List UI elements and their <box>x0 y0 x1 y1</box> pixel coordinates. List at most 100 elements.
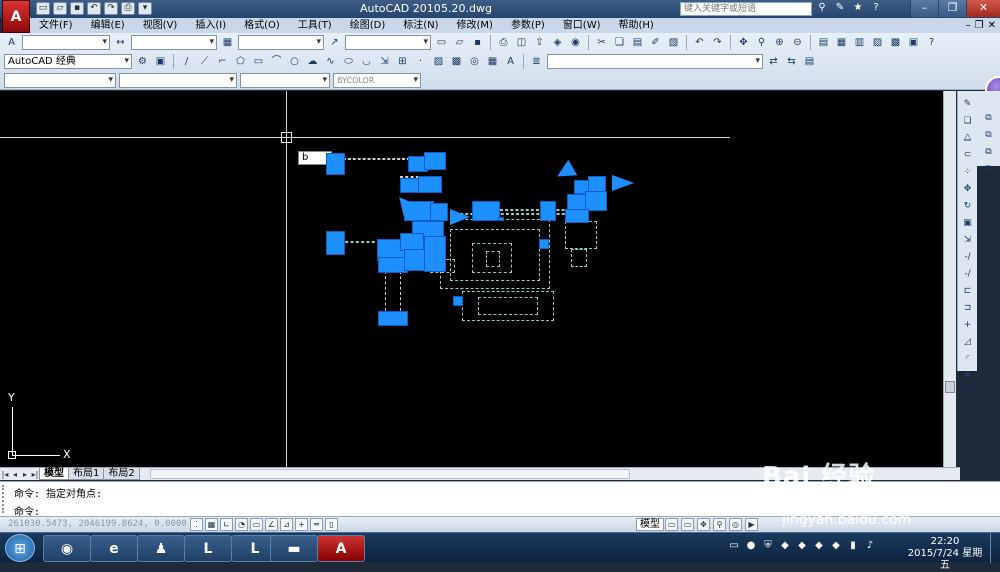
command-line-grip[interactable] <box>2 485 8 513</box>
offset-icon[interactable]: ⊂ <box>961 148 975 162</box>
tool-palettes-icon[interactable]: ▥ <box>852 35 867 50</box>
dynamic-input-icon[interactable]: + <box>295 518 308 531</box>
horizontal-scrollbar[interactable] <box>150 469 630 479</box>
zoom-previous-icon[interactable]: ⊖ <box>790 35 805 50</box>
zoom-status-icon[interactable]: ⚲ <box>713 518 726 531</box>
tray-app-icon[interactable]: ● <box>745 540 757 552</box>
match-properties-icon[interactable]: ✐ <box>648 35 663 50</box>
pan-icon[interactable]: ✥ <box>736 35 751 50</box>
layer-states-icon[interactable]: ▤ <box>802 54 817 69</box>
table-style-icon[interactable]: ▦ <box>220 35 235 50</box>
coordinate-readout[interactable]: 261030.5473, 2046199.8624, 0.0000 <box>8 519 187 529</box>
line-icon[interactable]: / <box>179 54 194 69</box>
help-tb-icon[interactable]: ? <box>924 35 939 50</box>
plot-tb-icon[interactable]: ⎙ <box>496 35 511 50</box>
markup-icon[interactable]: ▩ <box>888 35 903 50</box>
linetype-combo[interactable] <box>119 73 237 88</box>
plot-style-combo[interactable]: BYCOLOR <box>333 73 421 88</box>
color-combo[interactable] <box>4 73 116 88</box>
copy-object-icon[interactable]: ❏ <box>961 114 975 128</box>
grip[interactable] <box>378 311 408 326</box>
grip[interactable] <box>472 201 500 221</box>
tray-app-2-icon[interactable]: ◆ <box>779 540 791 552</box>
tray-app-4-icon[interactable]: ◆ <box>813 540 825 552</box>
quickcalc-icon[interactable]: ▣ <box>906 35 921 50</box>
show-desktop-button[interactable] <box>990 533 1000 563</box>
doc-close-button[interactable]: ✕ <box>988 18 996 33</box>
steering-wheel-icon[interactable]: ◎ <box>729 518 742 531</box>
grip[interactable] <box>430 203 448 221</box>
quick-properties-icon[interactable]: ▯ <box>325 518 338 531</box>
new-icon[interactable]: ▭ <box>434 35 449 50</box>
bring-above-icon[interactable]: ⧉ <box>982 145 996 159</box>
bring-to-front-icon[interactable]: ⧉ <box>982 111 996 125</box>
doc-minimize-button[interactable]: – <box>966 18 971 33</box>
menu-help[interactable]: 帮助(H) <box>610 18 663 33</box>
layer-properties-icon[interactable]: ≣ <box>529 54 544 69</box>
pan-status-icon[interactable]: ✥ <box>697 518 710 531</box>
3d-dwf-icon[interactable]: ◈ <box>550 35 565 50</box>
object-snap-tracking-icon[interactable]: ∠ <box>265 518 278 531</box>
menu-draw[interactable]: 绘图(D) <box>341 18 395 33</box>
menu-modify[interactable]: 修改(M) <box>448 18 502 33</box>
send-under-icon[interactable]: ⧉ <box>982 162 996 176</box>
minimize-button[interactable]: – <box>910 0 938 17</box>
text-style-combo[interactable] <box>22 35 110 50</box>
stretch-icon[interactable]: ⇲ <box>961 233 975 247</box>
lineweight-combo[interactable] <box>240 73 330 88</box>
close-button[interactable]: ✕ <box>966 0 1000 17</box>
workspace-save-icon[interactable]: ▣ <box>153 54 168 69</box>
insert-block-icon[interactable]: ⇲ <box>377 54 392 69</box>
array-icon[interactable]: ⁘ <box>961 165 975 179</box>
grip[interactable] <box>424 152 446 170</box>
circle-icon[interactable]: ○ <box>287 54 302 69</box>
vertical-scrollbar[interactable] <box>943 91 956 467</box>
grip[interactable] <box>539 239 549 249</box>
tab-model[interactable]: 模型 <box>39 468 69 480</box>
doc-restore-button[interactable]: ❐ <box>975 18 984 33</box>
rectangle-icon[interactable]: ▭ <box>251 54 266 69</box>
binoculars-icon[interactable]: ⚲ <box>815 1 829 15</box>
model-space-button[interactable]: 模型 <box>636 518 664 531</box>
send-to-back-icon[interactable]: ⧉ <box>982 128 996 142</box>
menu-tools[interactable]: 工具(T) <box>289 18 341 33</box>
quick-view-layouts-icon[interactable]: ▭ <box>665 518 678 531</box>
taskbar-browser-icon[interactable]: e <box>90 535 138 562</box>
redo-tb-icon[interactable]: ↷ <box>710 35 725 50</box>
menu-view[interactable]: 视图(V) <box>134 18 187 33</box>
object-snap-icon[interactable]: ▭ <box>250 518 263 531</box>
cut-icon[interactable]: ✂ <box>594 35 609 50</box>
tray-app-5-icon[interactable]: ◆ <box>830 540 842 552</box>
new-file-icon[interactable]: ▭ <box>36 2 50 15</box>
taskbar-app-1-icon[interactable]: ◉ <box>43 535 91 562</box>
ellipse-icon[interactable]: ⬭ <box>341 54 356 69</box>
menu-dimension[interactable]: 标注(N) <box>394 18 447 33</box>
volume-icon[interactable]: ♪ <box>864 540 876 552</box>
join-icon[interactable]: + <box>961 318 975 332</box>
restore-button[interactable]: ❐ <box>938 0 966 17</box>
grip[interactable] <box>567 194 587 210</box>
shield-icon[interactable]: ⛨ <box>762 540 774 552</box>
communication-center-icon[interactable]: ✎ <box>833 1 847 15</box>
grip[interactable] <box>585 191 607 211</box>
grip[interactable] <box>326 153 345 175</box>
vertical-scroll-thumb[interactable] <box>945 381 955 393</box>
tab-layout1[interactable]: 布局1 <box>68 468 105 480</box>
polar-tracking-icon[interactable]: ◔ <box>235 518 248 531</box>
start-button[interactable]: ⊞ <box>5 534 35 562</box>
tab-first-icon[interactable]: |◂ <box>0 469 10 480</box>
mirror-icon[interactable]: ⧋ <box>961 131 975 145</box>
make-current-layer-icon[interactable]: ⇄ <box>766 54 781 69</box>
menu-window[interactable]: 窗口(W) <box>554 18 610 33</box>
qat-dropdown-icon[interactable]: ▾ <box>138 2 152 15</box>
rotate-icon[interactable]: ↻ <box>961 199 975 213</box>
arc-icon[interactable]: ⌒ <box>269 54 284 69</box>
workspace-combo[interactable]: AutoCAD 经典 <box>4 54 132 69</box>
scale-icon[interactable]: ▣ <box>961 216 975 230</box>
region-icon[interactable]: ◎ <box>467 54 482 69</box>
break-icon[interactable]: ⊐ <box>961 301 975 315</box>
make-block-icon[interactable]: ⊞ <box>395 54 410 69</box>
redo-icon[interactable]: ↷ <box>104 2 118 15</box>
dim-style-combo[interactable] <box>131 35 217 50</box>
arrow-grip[interactable] <box>612 175 634 191</box>
